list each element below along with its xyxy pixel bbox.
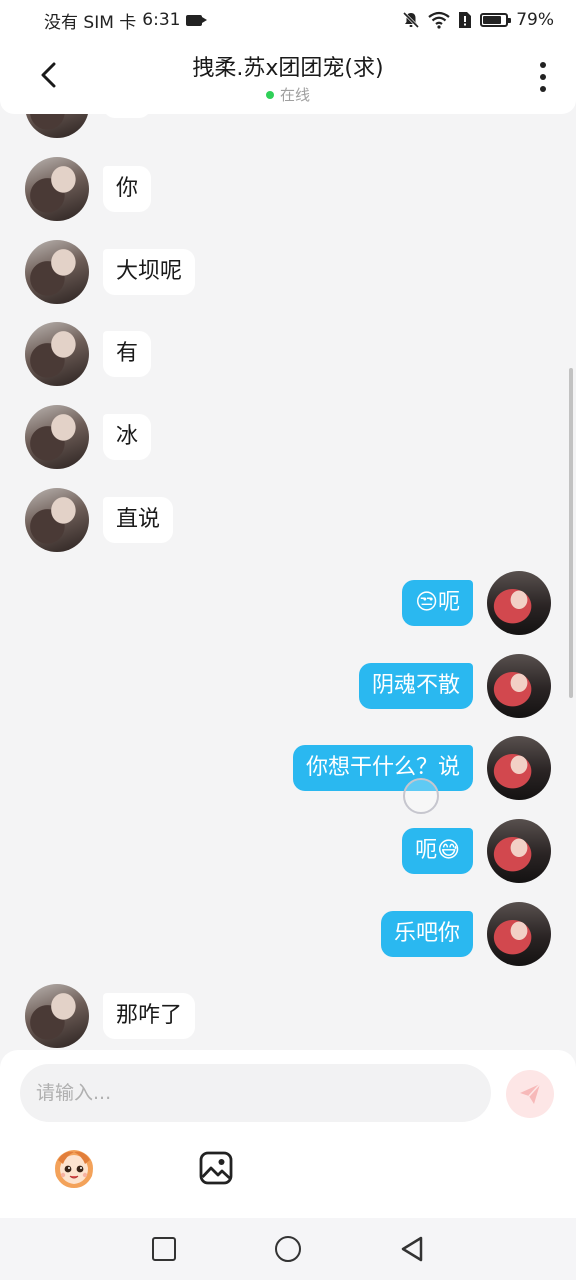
scrollbar-thumb[interactable]: [569, 368, 573, 698]
message-bubble[interactable]: 那咋了: [103, 993, 196, 1039]
status-left: 没有 SIM 卡 6:31: [44, 8, 208, 33]
triangle-back-icon: [401, 1236, 423, 1262]
send-button[interactable]: [506, 1070, 554, 1118]
avatar-partner-partial[interactable]: [25, 114, 89, 138]
sim-alert-icon: [459, 12, 472, 28]
back-button[interactable]: [34, 60, 64, 90]
battery-level: [483, 16, 501, 24]
message-bubble[interactable]: 冰: [103, 414, 152, 460]
avatar-partner[interactable]: [25, 488, 89, 552]
carrier-text: 没有 SIM 卡: [44, 12, 137, 33]
avatar-partner[interactable]: [25, 405, 89, 469]
message-row: 冰: [25, 405, 152, 469]
home-button[interactable]: [273, 1234, 303, 1264]
avatar-self[interactable]: [487, 736, 551, 800]
message-row: 那咋了: [25, 984, 196, 1048]
message-bubble-partial: [103, 114, 151, 118]
chat-title: 拽柔.苏x团团宠(求): [192, 56, 384, 81]
composer: [0, 1050, 576, 1218]
message-bubble[interactable]: 有: [103, 331, 152, 377]
status-right: 79%: [402, 10, 554, 30]
touch-indicator: [403, 778, 439, 814]
message-row: 直说: [25, 488, 174, 552]
battery-percent: 79%: [516, 10, 554, 30]
more-dot: [540, 74, 546, 80]
avatar-partner[interactable]: [25, 157, 89, 221]
recent-apps-button[interactable]: [149, 1234, 179, 1264]
message-list[interactable]: 你 大坝呢 有 冰 直说 😒呃 阴魂不散 你想干什么？说 呃😅 乐吧你 那咋了: [0, 114, 576, 1050]
more-dot: [540, 86, 546, 92]
message-row: 你: [25, 157, 152, 221]
system-nav-bar: [0, 1218, 576, 1280]
message-bubble-self[interactable]: 阴魂不散: [358, 663, 473, 709]
chat-header: 拽柔.苏x团团宠(求) 在线: [0, 40, 576, 114]
online-label: 在线: [279, 86, 310, 104]
square-icon: [152, 1237, 176, 1261]
message-row-self: 阴魂不散: [358, 654, 551, 718]
message-bubble[interactable]: 大坝呢: [103, 249, 196, 295]
online-status: 在线: [120, 84, 456, 105]
avatar-self[interactable]: [487, 819, 551, 883]
chevron-left-icon: [41, 62, 56, 88]
avatar-self[interactable]: [487, 654, 551, 718]
message-row: 大坝呢: [25, 240, 196, 304]
clock-text: 6:31: [142, 10, 181, 30]
avatar-partner[interactable]: [25, 322, 89, 386]
message-row-self: 呃😅: [402, 819, 551, 883]
message-input[interactable]: [20, 1064, 491, 1122]
avatar-partner[interactable]: [25, 240, 89, 304]
chat-title-area: 拽柔.苏x团团宠(求) 在线: [120, 50, 456, 105]
more-options-button[interactable]: [538, 62, 548, 92]
message-row-self: 乐吧你: [380, 902, 551, 966]
message-bubble-self[interactable]: 呃😅: [402, 828, 473, 874]
circle-icon: [275, 1236, 301, 1262]
message-row: 有: [25, 322, 152, 386]
image-icon[interactable]: [198, 1150, 234, 1186]
send-icon: [520, 1083, 541, 1104]
message-bubble[interactable]: 你: [103, 166, 152, 212]
more-vertical-icon: [540, 62, 546, 68]
avatar-self[interactable]: [487, 571, 551, 635]
screen-record-icon: [186, 14, 208, 26]
message-bubble[interactable]: 直说: [103, 497, 174, 543]
online-dot-icon: [265, 90, 274, 99]
avatar-partner[interactable]: [25, 984, 89, 1048]
message-bubble-self[interactable]: 😒呃: [402, 580, 473, 626]
system-back-button[interactable]: [397, 1234, 427, 1264]
message-bubble-self[interactable]: 你想干什么？说: [292, 745, 473, 791]
avatar-self[interactable]: [487, 902, 551, 966]
wifi-icon: [428, 11, 450, 29]
emoji-sticker-icon[interactable]: [50, 1146, 98, 1190]
status-bar: 没有 SIM 卡 6:31 79%: [0, 0, 576, 40]
battery-icon: [480, 13, 512, 27]
message-bubble-self[interactable]: 乐吧你: [380, 911, 473, 957]
bell-muted-icon: [403, 11, 420, 29]
message-row-self: 😒呃: [402, 571, 551, 635]
